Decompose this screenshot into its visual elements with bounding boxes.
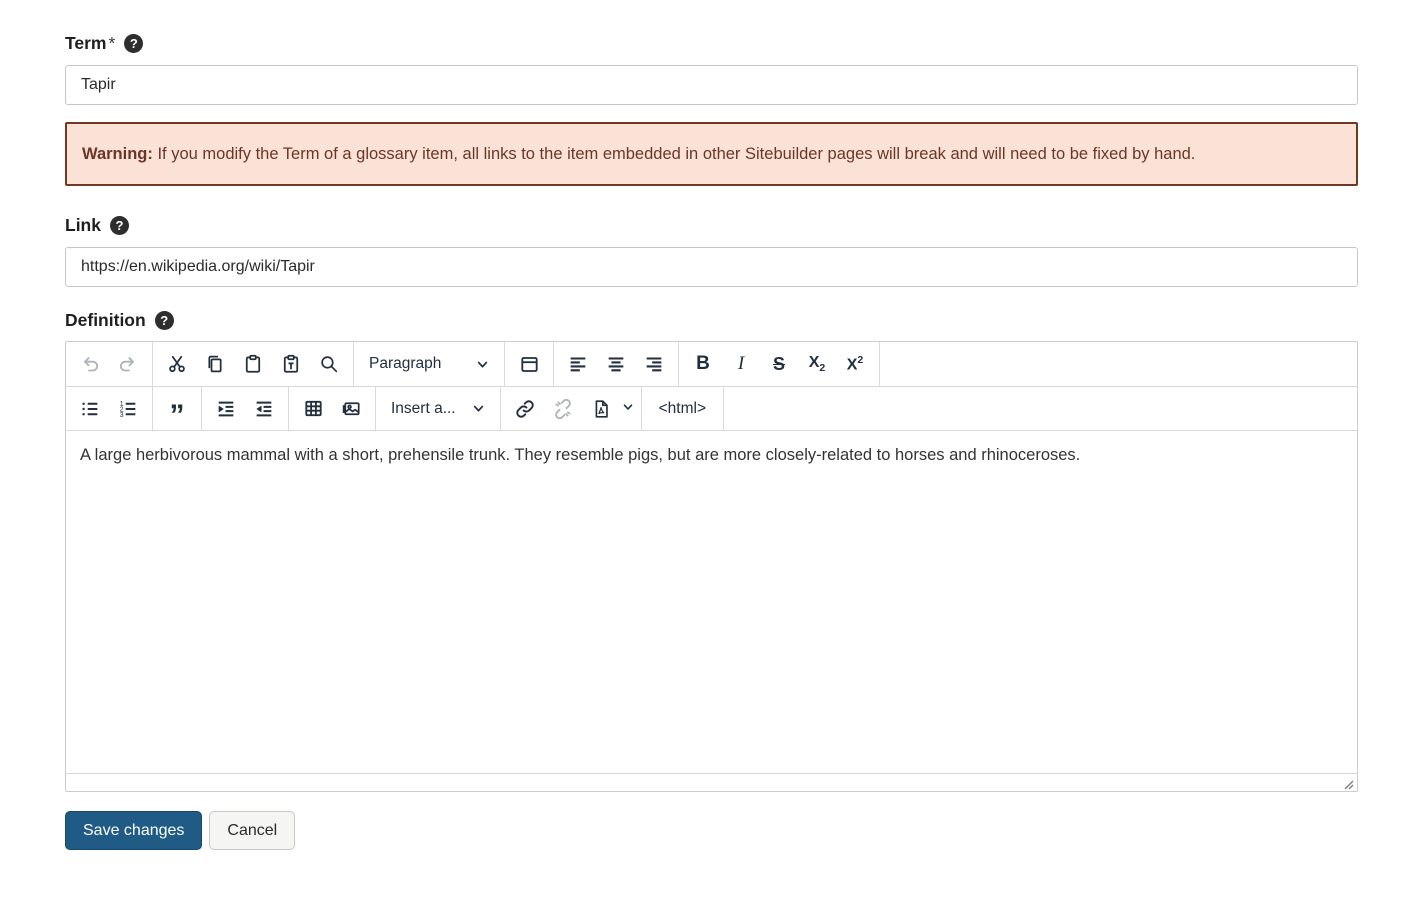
resize-handle-icon[interactable] — [1340, 776, 1354, 790]
align-center-icon — [605, 353, 627, 375]
insert-image-button[interactable] — [332, 390, 370, 428]
term-label: Term* ? — [65, 33, 1358, 54]
unordered-list-icon — [79, 398, 101, 420]
bold-button[interactable]: B — [684, 345, 722, 383]
redo-icon — [117, 353, 139, 375]
cut-icon — [166, 353, 188, 375]
chevron-down-icon — [472, 402, 485, 415]
definition-editor-content[interactable]: A large herbivorous mammal with a short,… — [66, 431, 1357, 773]
align-left-icon — [567, 353, 589, 375]
paste-as-text-button[interactable] — [272, 345, 310, 383]
paragraph-format-value: Paragraph — [369, 355, 441, 373]
align-right-icon — [643, 353, 665, 375]
indent-icon — [215, 398, 237, 420]
strikethrough-button[interactable]: S — [760, 345, 798, 383]
rich-text-editor: Paragraph B — [65, 341, 1358, 792]
warning-text: If you modify the Term of a glossary ite… — [153, 145, 1196, 163]
link-icon — [514, 398, 536, 420]
italic-icon: I — [738, 353, 744, 375]
undo-button[interactable] — [71, 345, 109, 383]
cancel-button[interactable]: Cancel — [209, 811, 295, 850]
definition-label-text: Definition — [65, 310, 146, 331]
editor-toolbar-row-2: 123 ” — [66, 387, 1357, 431]
image-icon — [340, 397, 363, 420]
editor-toolbar-row-1: Paragraph B — [66, 342, 1357, 387]
link-label: Link ? — [65, 215, 1358, 236]
table-icon — [302, 397, 325, 420]
definition-text: A large herbivorous mammal with a short,… — [80, 446, 1080, 464]
italic-button[interactable]: I — [722, 345, 760, 383]
subscript-button[interactable]: X2 — [798, 345, 836, 383]
unlink-button[interactable] — [544, 390, 582, 428]
paste-button[interactable] — [234, 345, 272, 383]
insert-a-value: Insert a... — [391, 400, 456, 418]
outdent-button[interactable] — [245, 390, 283, 428]
undo-icon — [79, 353, 101, 375]
term-label-text: Term* — [65, 33, 115, 54]
strikethrough-icon: S — [773, 354, 785, 375]
align-center-button[interactable] — [597, 345, 635, 383]
paste-as-text-icon — [280, 353, 302, 375]
insert-pdf-button[interactable] — [582, 390, 620, 428]
term-input[interactable] — [65, 65, 1358, 105]
warning-banner: Warning: If you modify the Term of a glo… — [65, 122, 1358, 186]
insert-a-select[interactable]: Insert a... — [381, 390, 495, 428]
save-changes-button[interactable]: Save changes — [65, 811, 202, 850]
panel-button[interactable] — [510, 345, 548, 383]
unlink-icon — [552, 398, 574, 420]
subscript-icon: X2 — [809, 355, 826, 374]
align-left-button[interactable] — [559, 345, 597, 383]
definition-label: Definition ? — [65, 310, 1358, 331]
link-help-icon[interactable]: ? — [110, 216, 129, 235]
align-right-button[interactable] — [635, 345, 673, 383]
form-actions: Save changes Cancel — [65, 811, 1358, 850]
link-label-text: Link — [65, 215, 101, 236]
cut-button[interactable] — [158, 345, 196, 383]
html-button-label: <html> — [659, 400, 706, 418]
indent-button[interactable] — [207, 390, 245, 428]
paragraph-format-select[interactable]: Paragraph — [359, 345, 499, 383]
search-icon — [318, 353, 340, 375]
numbered-list-button[interactable]: 123 — [109, 390, 147, 428]
chevron-down-icon — [476, 358, 489, 371]
source-code-button[interactable]: <html> — [647, 390, 718, 428]
editor-statusbar — [66, 773, 1357, 791]
blockquote-button[interactable]: ” — [158, 390, 196, 428]
chevron-down-icon — [622, 400, 634, 418]
superscript-button[interactable]: X2 — [836, 345, 874, 383]
glossary-item-form: Term* ? Warning: If you modify the Term … — [65, 33, 1358, 850]
ordered-list-icon: 123 — [117, 398, 139, 420]
copy-button[interactable] — [196, 345, 234, 383]
paste-icon — [242, 353, 264, 375]
pdf-dropdown-chevron[interactable] — [620, 390, 636, 428]
definition-help-icon[interactable]: ? — [155, 311, 174, 330]
insert-link-button[interactable] — [506, 390, 544, 428]
link-input[interactable] — [65, 247, 1358, 287]
bold-icon: B — [696, 353, 710, 375]
svg-text:3: 3 — [120, 412, 124, 419]
bullet-list-button[interactable] — [71, 390, 109, 428]
outdent-icon — [253, 398, 275, 420]
redo-button[interactable] — [109, 345, 147, 383]
warning-prefix: Warning: — [82, 145, 153, 163]
find-button[interactable] — [310, 345, 348, 383]
panel-icon — [518, 353, 541, 376]
pdf-file-icon — [590, 398, 612, 420]
insert-table-button[interactable] — [294, 390, 332, 428]
superscript-icon: X2 — [847, 355, 864, 373]
term-help-icon[interactable]: ? — [124, 34, 143, 53]
copy-icon — [204, 353, 226, 375]
required-asterisk: * — [109, 33, 116, 53]
